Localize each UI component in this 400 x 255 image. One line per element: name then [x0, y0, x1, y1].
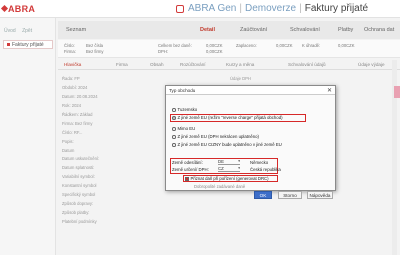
- module-name: ABRA Gen: [188, 3, 237, 14]
- field-popis[interactable]: Popis:: [62, 139, 74, 144]
- tab-platby[interactable]: Platby: [338, 27, 353, 33]
- document-summary: Číslo: Bez čísla Firma: Bez firmy Celkem…: [58, 40, 400, 58]
- subtab-udaje-vydaje[interactable]: Údaje výdaje: [358, 62, 385, 67]
- option-tuzemsko[interactable]: Tuzemsko: [172, 107, 197, 112]
- dph-label: DPH:: [158, 49, 169, 54]
- field-konstantni-symbol[interactable]: Konstantní symbol: [62, 183, 96, 188]
- option-eu-dph[interactable]: Z jiné země EU (DPH nekrácen uplatněno): [172, 134, 259, 139]
- business-type-dialog: Typ obchodu ✕ Tuzemsko Z jiné země EU (r…: [165, 85, 336, 199]
- sidebar-item-faktury[interactable]: Faktury přijaté: [3, 40, 53, 49]
- radio-icon: [172, 127, 176, 131]
- nav-forward-link[interactable]: Zpět: [22, 28, 32, 34]
- field-obdobi[interactable]: Období: 2024: [62, 85, 87, 90]
- field-datum-section: Datum: [62, 148, 75, 153]
- field-cislo[interactable]: Číslo: RF...: [62, 130, 82, 135]
- option-mimo-eu[interactable]: Mimo EU: [172, 126, 195, 131]
- chevron-down-icon: ▾: [238, 159, 240, 163]
- country-code: DE: [218, 159, 224, 164]
- cislo-label: Číslo:: [64, 43, 75, 48]
- option-label: Tuzemsko: [177, 107, 198, 112]
- subtab-obsah[interactable]: Obsah: [150, 62, 164, 67]
- field-radkem[interactable]: Řádkem: Základ: [62, 112, 93, 117]
- zaplaceno-label: Zaplaceno:: [236, 43, 257, 48]
- option-label: Z jiné země EU (režim "reverse charge" p…: [177, 115, 283, 120]
- detail-subtabs: Hlavička Firma Obsah Rozúčtování Kurzy a…: [58, 60, 400, 70]
- logo-icon: [0, 4, 9, 13]
- destination-code: CZ: [218, 166, 224, 171]
- chevron-down-icon: ▾: [238, 166, 240, 170]
- tab-ochrana-dat[interactable]: Ochrana dat: [364, 27, 394, 33]
- option-label: Z jiné země EU CIZNY bude uplatněno v ji…: [177, 142, 282, 147]
- cancel-button[interactable]: Storno: [278, 191, 302, 199]
- celkem-label: Celkem bez daně:: [158, 43, 192, 48]
- cislo-value: Bez čísla: [86, 43, 103, 48]
- destination-select[interactable]: CZ ▾: [218, 166, 240, 172]
- field-rok[interactable]: Rok: 2024: [62, 103, 81, 108]
- field-platebni-podminky[interactable]: Platební podmínky: [62, 219, 97, 224]
- field-datum-uskutecneni[interactable]: Datum uskutečnění:: [62, 156, 99, 161]
- side-tab-marker[interactable]: [394, 86, 400, 98]
- country-label: Země odesílání:: [172, 160, 203, 165]
- dialog-titlebar: Typ obchodu ✕: [166, 86, 335, 95]
- module-icon: [176, 5, 184, 13]
- sidebar: Úvod Zpět Faktury přijaté: [0, 18, 56, 255]
- header-tabs: Seznam Detail Zaúčtování Schvalování Pla…: [58, 21, 400, 39]
- zaplaceno-value: 0,00CZK: [276, 43, 293, 48]
- dialog-title: Typ obchodu: [169, 88, 196, 93]
- checkbox-label: Přiznat daň při pořízení (generovat DRC): [190, 176, 269, 181]
- option-eu-cizny[interactable]: Z jiné země EU CIZNY bude uplatněno v ji…: [172, 142, 282, 147]
- tab-zauctovani[interactable]: Zaúčtování: [240, 27, 267, 33]
- destination-label: Země určení/ DPH:: [172, 167, 209, 172]
- k-uhrade-value: 0,00CZK: [338, 43, 355, 48]
- option-label: Z jiné země EU (DPH nekrácen uplatněno): [177, 134, 259, 139]
- field-rada[interactable]: Řada: FP: [62, 76, 80, 81]
- country-name: Německo: [250, 160, 269, 165]
- radio-selected-icon: [172, 116, 176, 120]
- company-name: Demoverze: [244, 3, 297, 14]
- tab-schvalovani[interactable]: Schvalování: [290, 27, 320, 33]
- help-button[interactable]: Nápověda: [307, 191, 333, 199]
- field-variabilni-symbol[interactable]: Variabilní symbol:: [62, 174, 95, 179]
- field-datum[interactable]: Datum: 20.08.2024: [62, 94, 98, 99]
- window-title: ABRA Gen | Demoverze | Faktury přijaté: [188, 3, 369, 14]
- radio-icon: [172, 135, 176, 139]
- checkbox-icon: [185, 177, 189, 181]
- ok-button[interactable]: OK: [254, 191, 272, 199]
- field-firma[interactable]: Firma: Bez firmy: [62, 121, 92, 126]
- note-text: Dobropolité zadávané daně: [194, 184, 246, 189]
- celkem-value: 0,00CZK: [206, 43, 223, 48]
- destination-name: Česká republika: [250, 167, 281, 172]
- radio-icon: [172, 108, 176, 112]
- k-uhrade-label: K úhradě:: [302, 43, 321, 48]
- subtab-hlavicka[interactable]: Hlavička: [64, 62, 81, 67]
- subtab-kurzy[interactable]: Kurzy a měna: [226, 62, 254, 67]
- field-zpusob-dopravy[interactable]: Způsob dopravy:: [62, 201, 93, 206]
- top-bar: ABRA ABRA Gen | Demoverze | Faktury přijaté: [0, 0, 400, 18]
- tab-detail[interactable]: Detail: [200, 27, 215, 33]
- subtab-schvalovani[interactable]: Schvalování údajů: [288, 62, 326, 67]
- firma-value: Bez firmy: [86, 49, 104, 54]
- subtab-rozuctovani[interactable]: Rozúčtování: [180, 62, 206, 67]
- subtab-firma[interactable]: Firma: [116, 62, 128, 67]
- close-icon[interactable]: ✕: [327, 87, 332, 94]
- firma-label: Firma:: [64, 49, 76, 54]
- sidebar-nav: Úvod Zpět: [4, 28, 37, 34]
- field-zpusob-platby[interactable]: Způsob platby:: [62, 210, 89, 215]
- tab-seznam[interactable]: Seznam: [66, 27, 86, 33]
- vat-section-label: Údaje DPH: [230, 76, 251, 81]
- dph-value: 0,00CZK: [206, 49, 223, 54]
- page-title: Faktury přijaté: [304, 3, 369, 14]
- field-datum-splatnosti[interactable]: Datum splatnosti:: [62, 165, 94, 170]
- option-label: Mimo EU: [177, 126, 196, 131]
- country-select[interactable]: DE ▾: [218, 159, 240, 165]
- option-eu-reverse-charge[interactable]: Z jiné země EU (režim "reverse charge" p…: [172, 115, 283, 120]
- drc-checkbox[interactable]: Přiznat daň při pořízení (generovat DRC): [185, 176, 269, 181]
- app-logo: ABRA: [8, 4, 36, 14]
- field-specificky-symbol[interactable]: Specifický symbol: [62, 192, 95, 197]
- nav-back-link[interactable]: Úvod: [4, 28, 16, 34]
- header-form: Řada: FP Období: 2024 Datum: 20.08.2024 …: [62, 74, 162, 255]
- radio-icon: [172, 143, 176, 147]
